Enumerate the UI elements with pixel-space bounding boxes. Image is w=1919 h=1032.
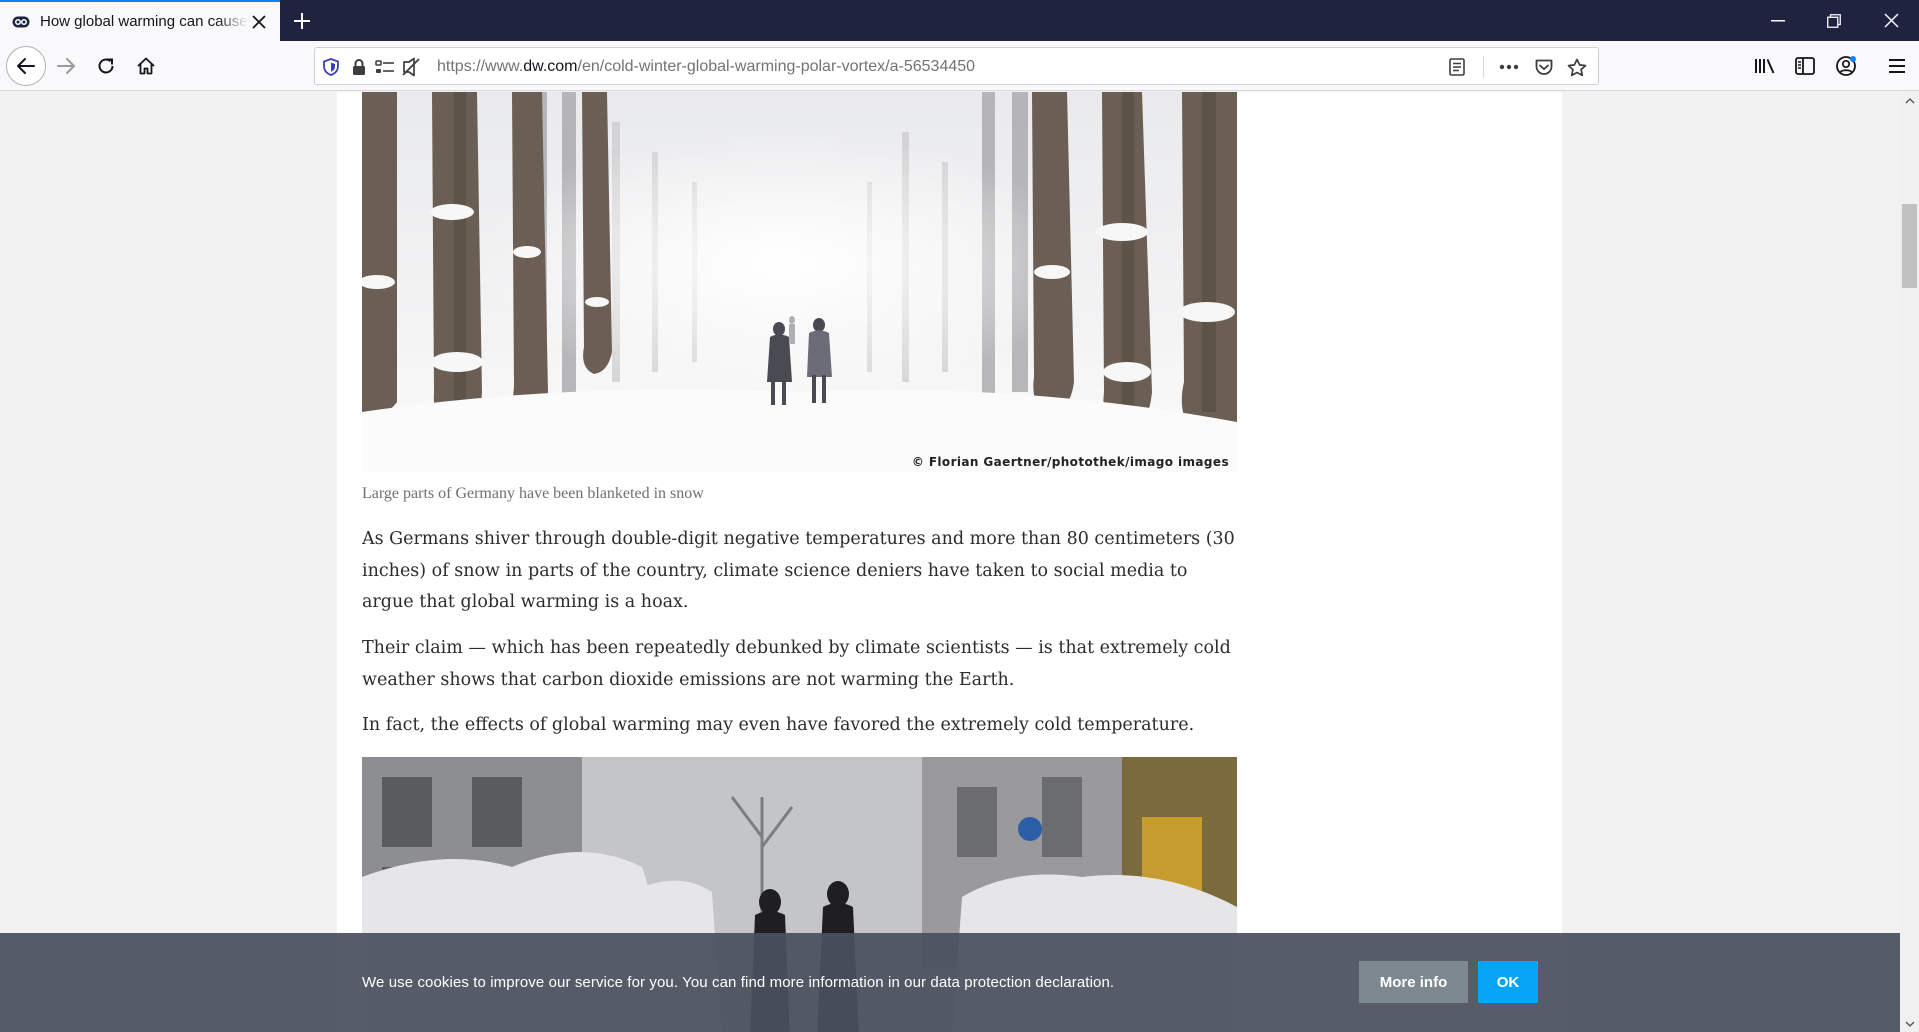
new-tab-icon[interactable] [287, 6, 317, 36]
urlbar-separator [1483, 56, 1484, 78]
home-button[interactable] [128, 48, 164, 84]
tab-close-icon[interactable] [248, 11, 270, 33]
article-photo-snowy-avenue: © Florian Gaertner/photothek/imago image… [362, 92, 1237, 472]
article-paragraph: Their claim — which has been repeatedly … [362, 638, 1231, 690]
bookmark-star-icon[interactable] [1567, 57, 1587, 77]
url-prefix: https://www. [437, 58, 524, 75]
article-paragraph: In fact, the effects of global warming m… [362, 715, 1195, 735]
scroll-up-arrow-icon[interactable] [1900, 92, 1919, 109]
page-viewport: © Florian Gaertner/photothek/imago image… [0, 92, 1900, 1032]
scrollbar-thumb[interactable] [1902, 204, 1917, 288]
address-bar[interactable]: https://www.dw.com/en/cold-winter-global… [314, 47, 1599, 85]
cookie-message: We use cookies to improve our service fo… [362, 974, 1115, 991]
photo-credit: © Florian Gaertner/photothek/imago image… [911, 455, 1229, 469]
restore-icon[interactable] [1806, 0, 1862, 41]
tab-active[interactable]: How global warming can cause [0, 0, 280, 41]
url-host: dw.com [523, 58, 578, 75]
sidebar-toggle-icon[interactable] [1787, 48, 1823, 84]
lock-icon[interactable] [349, 57, 369, 77]
article-paragraph: As Germans shiver through double-digit n… [362, 529, 1235, 612]
back-button[interactable] [6, 46, 46, 86]
url-text: https://www.dw.com/en/cold-winter-global… [437, 58, 975, 76]
autoplay-blocked-icon[interactable] [401, 57, 421, 77]
permissions-icon[interactable] [375, 57, 395, 77]
tab-strip: How global warming can cause [0, 0, 1919, 41]
page-actions-menu-icon[interactable] [1499, 57, 1519, 77]
vertical-scrollbar[interactable] [1900, 92, 1919, 1032]
dw-favicon-icon [12, 13, 30, 31]
tab-title: How global warming can cause [40, 13, 248, 30]
tracking-protection-shield-icon[interactable] [321, 57, 341, 77]
close-window-icon[interactable] [1863, 0, 1919, 41]
hamburger-menu-icon[interactable] [1879, 48, 1915, 84]
scroll-down-arrow-icon[interactable] [1900, 1015, 1919, 1032]
cookie-banner: We use cookies to improve our service fo… [0, 933, 1900, 1032]
pocket-icon[interactable] [1534, 57, 1554, 77]
navigation-toolbar: https://www.dw.com/en/cold-winter-global… [0, 41, 1919, 91]
account-icon[interactable] [1828, 48, 1864, 84]
reader-view-icon[interactable] [1447, 57, 1467, 77]
reload-button[interactable] [88, 48, 124, 84]
photo-caption: Large parts of Germany have been blanket… [362, 485, 704, 502]
forward-button[interactable] [48, 48, 84, 84]
ok-button[interactable]: OK [1478, 961, 1538, 1003]
minimize-icon[interactable] [1750, 0, 1806, 41]
library-icon[interactable] [1747, 48, 1783, 84]
url-path: /en/cold-winter-global-warming-polar-vor… [577, 58, 976, 75]
more-info-button[interactable]: More info [1359, 961, 1468, 1003]
